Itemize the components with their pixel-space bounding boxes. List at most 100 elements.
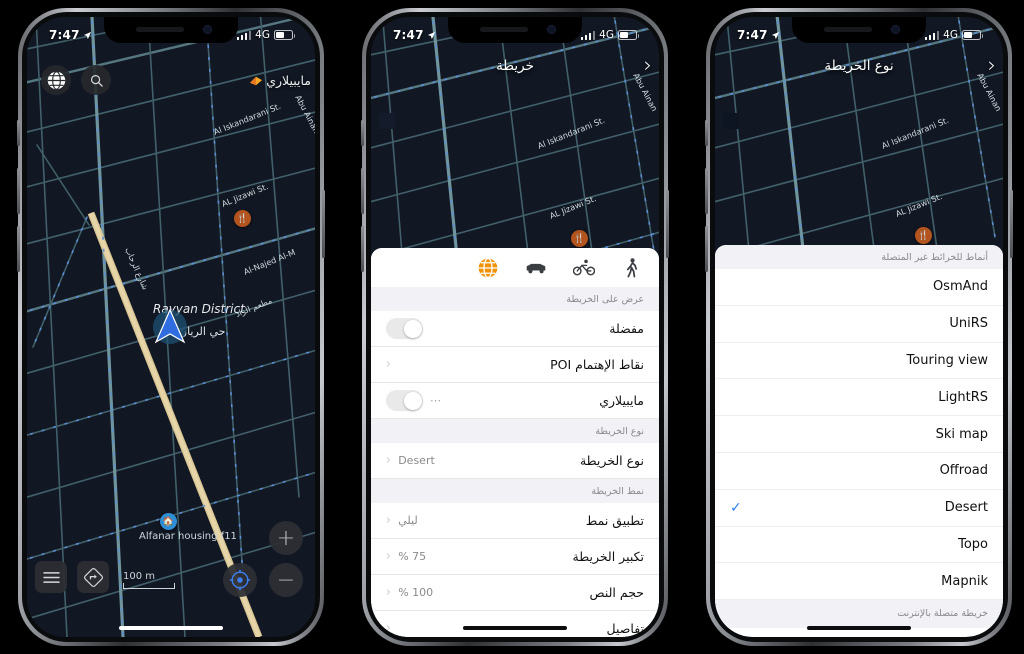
car-icon: [526, 263, 546, 273]
row-poi[interactable]: نقاط الإهتمام POI ‹: [371, 347, 659, 383]
my-location-button[interactable]: [223, 563, 257, 597]
profile-pedestrian-button[interactable]: [621, 257, 643, 279]
power-button[interactable]: [1010, 190, 1013, 258]
sheet-header: نوع الخريطة ›: [715, 49, 1003, 83]
map-globe-button[interactable]: [41, 65, 71, 95]
scale-label: 100 m: [123, 571, 156, 582]
row-apply-style[interactable]: تطبيق نمط ليلي ‹: [371, 503, 659, 539]
map-settings-sheet: عرض على الخريطة مفضلة نقاط الإهتمام POI …: [371, 248, 659, 637]
status-left: 7:47: [737, 28, 780, 42]
row-map-type[interactable]: نوع الخريطة Desert ‹: [371, 443, 659, 479]
map-directions-button[interactable]: [77, 561, 109, 593]
mapillary-toggle[interactable]: [386, 390, 423, 411]
mute-switch[interactable]: [361, 120, 364, 146]
signal-bars-icon: [236, 30, 252, 40]
row-control: ‹: [386, 621, 391, 636]
favorites-toggle[interactable]: [386, 318, 423, 339]
row-value: 100 %: [398, 586, 434, 599]
map-type-sheet: أنماط للخرائط غير المتصلة OsmAnd ✓ UniRS…: [715, 245, 1003, 637]
list-item-lightrs[interactable]: LightRS ✓: [715, 379, 1003, 417]
status-right: 4G: [924, 29, 983, 41]
toggle-knob: [403, 319, 422, 338]
row-map-magnifier[interactable]: تكبير الخريطة 75 % ‹: [371, 539, 659, 575]
row-label: تكبير الخريطة: [572, 549, 644, 564]
search-icon: [90, 74, 103, 87]
mapillary-icon: [250, 76, 263, 85]
poi-housing-marker[interactable]: 🏠: [160, 513, 177, 530]
screenshot-stage: Al Iskandarani St. AL Jizawi St. Abu Ain…: [0, 0, 1024, 654]
home-indicator[interactable]: [807, 626, 911, 630]
mute-switch[interactable]: [17, 120, 20, 146]
row-favorites[interactable]: مفضلة: [371, 311, 659, 347]
zoom-out-label: −: [276, 567, 296, 593]
volume-down-button[interactable]: [705, 226, 708, 272]
mapillary-badge[interactable]: مايبيلاري: [249, 73, 311, 88]
row-label: تفاصيل: [606, 621, 644, 636]
row-control: ⋯: [386, 390, 442, 411]
list-item-osmand[interactable]: OsmAnd ✓: [715, 269, 1003, 306]
signal-bars-icon: [580, 30, 596, 40]
power-button[interactable]: [322, 190, 325, 258]
list-item-ski-map[interactable]: Ski map ✓: [715, 416, 1003, 453]
row-label: نقاط الإهتمام POI: [550, 357, 644, 372]
battery-icon: [962, 30, 983, 40]
list-item-desert[interactable]: Desert ✓: [715, 489, 1003, 527]
volume-up-button[interactable]: [361, 168, 364, 214]
home-indicator[interactable]: [119, 626, 223, 630]
directions-icon: [83, 567, 103, 587]
walk-icon: [626, 257, 638, 277]
profile-bicycle-button[interactable]: [573, 257, 595, 279]
poi-restaurant-marker[interactable]: 🍴: [234, 210, 251, 227]
page-title: خريطة: [496, 58, 534, 74]
row-mapillary[interactable]: مايبيلاري ⋯: [371, 383, 659, 419]
power-button[interactable]: [666, 190, 669, 258]
globe-icon: [478, 257, 498, 278]
zoom-out-button[interactable]: −: [269, 563, 303, 597]
phone-3-screen: Al Iskandarani St. AL Jizawi St. Abu Ain…: [715, 17, 1003, 637]
toggle-knob: [403, 391, 422, 410]
row-control: ‹: [386, 357, 391, 372]
style-name: Ski map: [935, 426, 988, 442]
volume-down-button[interactable]: [17, 226, 20, 272]
zoom-in-button[interactable]: +: [269, 521, 303, 555]
row-control: ليلي ‹: [386, 513, 418, 528]
location-arrow-icon: [83, 31, 91, 39]
volume-up-button[interactable]: [705, 168, 708, 214]
profile-selector-row: [371, 248, 659, 287]
poi-restaurant-marker[interactable]: 🍴: [915, 227, 932, 244]
map-menu-button[interactable]: [35, 561, 67, 593]
list-item-offroad[interactable]: Offroad ✓: [715, 452, 1003, 490]
row-label: مفضلة: [609, 321, 644, 336]
list-item-mapnik[interactable]: Mapnik ✓: [715, 563, 1003, 601]
row-value: Desert: [398, 454, 435, 467]
row-label: نوع الخريطة: [579, 453, 644, 468]
mapillary-options-icon[interactable]: ⋯: [430, 394, 442, 407]
home-indicator[interactable]: [463, 626, 567, 630]
svg-text:Alfanar housing f11: Alfanar housing f11: [139, 531, 237, 542]
section-header-show-on-map: عرض على الخريطة: [371, 287, 659, 311]
page-title: نوع الخريطة: [824, 58, 894, 74]
chevron-right-icon[interactable]: ›: [988, 53, 996, 77]
row-details[interactable]: تفاصيل ‹: [371, 611, 659, 637]
network-label: 4G: [943, 29, 958, 41]
chevron-left-icon: ‹: [386, 513, 392, 528]
list-item-unirs[interactable]: UniRS ✓: [715, 305, 1003, 343]
bicycle-icon: [573, 259, 595, 276]
row-text-size[interactable]: حجم النص 100 % ‹: [371, 575, 659, 611]
location-arrow-icon: [771, 31, 779, 39]
profile-browse-map-button[interactable]: [477, 257, 499, 279]
mute-switch[interactable]: [705, 120, 708, 146]
poi-restaurant-marker[interactable]: 🍴: [571, 230, 588, 247]
mapillary-label: مايبيلاري: [266, 73, 311, 88]
profile-car-button[interactable]: [525, 257, 547, 279]
menu-icon: [42, 571, 60, 583]
volume-up-button[interactable]: [17, 168, 20, 214]
earpiece-speaker: [824, 27, 872, 32]
volume-down-button[interactable]: [361, 226, 364, 272]
row-control: Desert ‹: [386, 453, 435, 468]
list-item-touring-view[interactable]: Touring view ✓: [715, 342, 1003, 380]
chevron-right-icon[interactable]: ›: [644, 53, 652, 77]
map-search-button[interactable]: [81, 65, 111, 95]
row-label: مايبيلاري: [599, 393, 644, 408]
list-item-topo[interactable]: Topo ✓: [715, 526, 1003, 564]
